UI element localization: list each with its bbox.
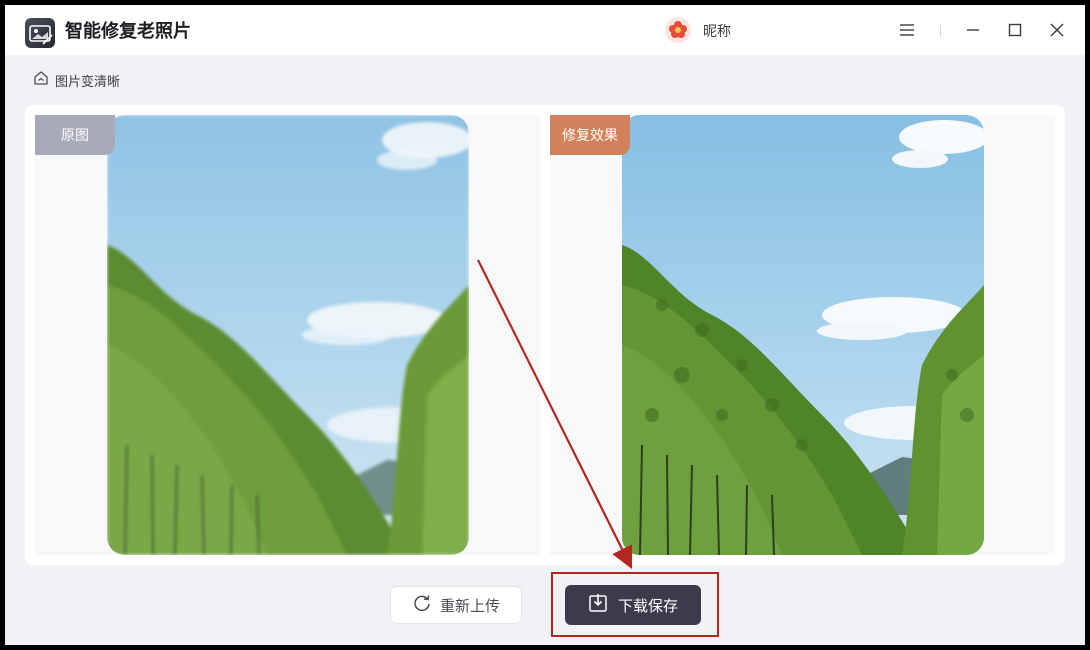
user-name[interactable]: 昵称 xyxy=(703,21,731,41)
maximize-icon[interactable] xyxy=(1000,15,1030,45)
app-title: 智能修复老照片 xyxy=(65,21,191,42)
annotation-highlight-box xyxy=(551,572,719,637)
restored-photo xyxy=(622,115,984,555)
title-bar: 智能修复老照片 昵称 xyxy=(5,5,1085,55)
refresh-icon xyxy=(412,593,432,617)
close-icon[interactable] xyxy=(1042,15,1072,45)
hamburger-menu-icon[interactable] xyxy=(892,15,922,45)
minimize-icon[interactable] xyxy=(958,15,988,45)
reupload-button[interactable]: 重新上传 xyxy=(390,586,522,624)
original-pane: 原图 xyxy=(35,115,540,555)
titlebar-divider xyxy=(940,25,941,37)
original-label: 原图 xyxy=(35,115,115,155)
reupload-label: 重新上传 xyxy=(439,596,500,615)
breadcrumb[interactable]: 图片变清晰 xyxy=(33,68,120,92)
flower-avatar-icon[interactable] xyxy=(665,17,691,43)
home-icon[interactable] xyxy=(33,70,49,90)
app-window: 智能修复老照片 昵称 图片变清晰 原图 修复效果 重新上传 下载保存 xyxy=(5,5,1085,645)
compare-panel: 原图 修复效果 xyxy=(25,105,1065,565)
original-photo xyxy=(107,115,469,555)
breadcrumb-label[interactable]: 图片变清晰 xyxy=(55,71,120,90)
magic-wand-photo-icon xyxy=(25,18,55,48)
result-label: 修复效果 xyxy=(550,115,630,155)
result-pane: 修复效果 xyxy=(550,115,1055,555)
